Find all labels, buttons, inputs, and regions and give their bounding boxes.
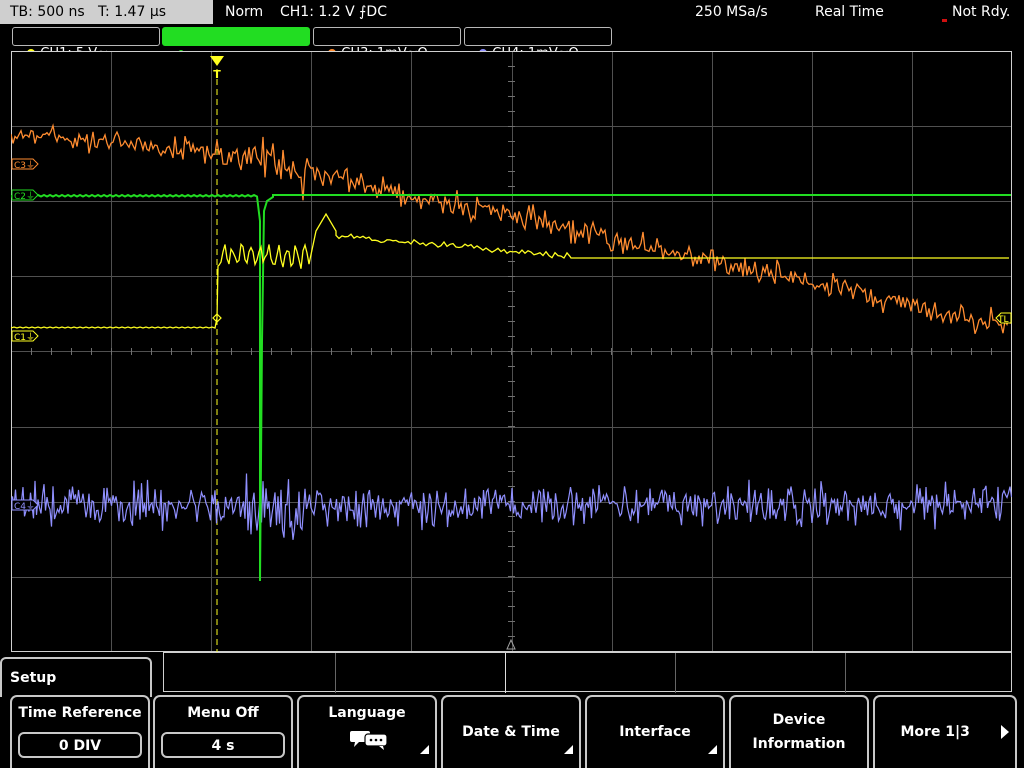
timebase-readout[interactable]: TB: 500 ns T: 1.47 µs [0, 0, 213, 24]
strip-divider [335, 653, 336, 693]
submenu-indicator-icon [564, 745, 573, 754]
submenu-indicator-icon [708, 745, 717, 754]
softkey-label-line1: Device [772, 712, 826, 728]
softkey-interface[interactable]: Interface [585, 695, 725, 768]
overview-strip [163, 652, 1012, 693]
softkey-date-time[interactable]: Date & Time [441, 695, 581, 768]
svg-text:C2⏚: C2⏚ [14, 191, 35, 202]
menu-off-value[interactable]: 4 s [161, 732, 285, 758]
strip-divider [845, 653, 846, 693]
submenu-indicator-icon [420, 745, 429, 754]
speech-bubbles-icon [350, 731, 388, 750]
svg-text:C1⏚: C1⏚ [14, 332, 35, 343]
channel-tab-ch1[interactable]: CH1: 5 V≃ [12, 27, 160, 61]
ch4-ground-marker[interactable]: C4⏚ [11, 499, 39, 512]
channel-tab-ch2[interactable]: CH2: 20 mV≃Ω [162, 27, 310, 61]
softkey-label: Date & Time [462, 724, 560, 740]
softkey-label: Time Reference [18, 705, 142, 721]
ch2-ground-marker[interactable]: C2⏚ [11, 189, 39, 202]
status-bar: TB: 500 ns T: 1.47 µs Norm CH1: 1.2 V ⨍D… [0, 0, 1024, 24]
strip-divider [675, 653, 676, 693]
softkey-label: Language [328, 705, 406, 721]
waveform-display[interactable]: T C3⏚ C2⏚ C1⏚ C4⏚ TL [11, 51, 1012, 652]
softkey-label-line2: Information [752, 736, 846, 752]
strip-divider [505, 653, 506, 693]
svg-text:TL: TL [997, 315, 1009, 325]
trigger-source-readout[interactable]: CH1: 1.2 V ⨍DC [280, 0, 387, 24]
acquisition-trigger-mode[interactable]: Norm [225, 0, 263, 24]
next-page-arrow-icon [1001, 725, 1009, 739]
menu-title: Setup [0, 657, 152, 697]
trigger-position-label: T [213, 68, 221, 81]
channel-tab-ch3[interactable]: CH3: 1mV≃Ω [313, 27, 461, 61]
softkey-menu-off[interactable]: Menu Off 4 s [153, 695, 293, 768]
time-reference-value[interactable]: 0 DIV [18, 732, 142, 758]
softkey-device-information[interactable]: Device Information [729, 695, 869, 768]
sample-rate-readout: 250 MSa/s [695, 4, 768, 20]
softkey-label: Interface [619, 724, 691, 740]
ch1-ground-marker[interactable]: C1⏚ [11, 330, 39, 343]
trigger-status-indicator [942, 19, 947, 22]
trigger-level-marker[interactable]: TL [995, 312, 1012, 325]
softkey-language[interactable]: Language [297, 695, 437, 768]
acquisition-mode-readout: Real Time [815, 4, 884, 20]
svg-text:C4⏚: C4⏚ [14, 501, 35, 512]
softkey-label: More 1|3 [900, 724, 970, 740]
trigger-status-text: Not Rdy. [952, 4, 1011, 20]
softkey-label: Menu Off [187, 705, 259, 721]
ch3-ground-marker[interactable]: C3⏚ [11, 158, 39, 171]
softkey-more[interactable]: More 1|3 [873, 695, 1017, 768]
channel-tab-ch4[interactable]: CH4: 1mV≃Ω [464, 27, 612, 61]
svg-text:C3⏚: C3⏚ [14, 160, 35, 171]
softkey-time-reference[interactable]: Time Reference 0 DIV [10, 695, 150, 768]
